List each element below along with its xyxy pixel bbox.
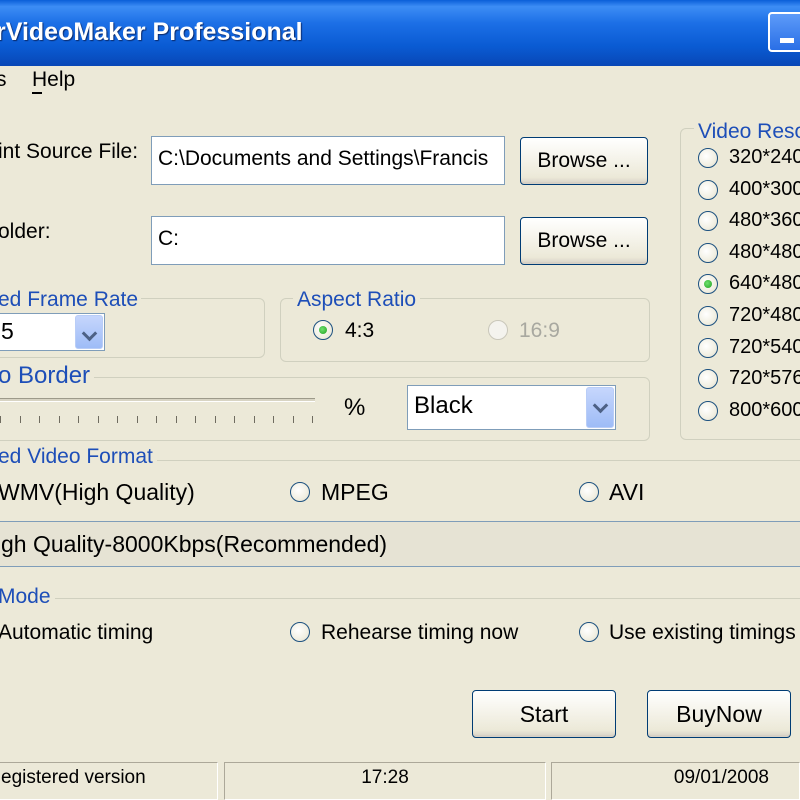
status-version: egistered version <box>0 762 218 800</box>
border-slider-ticks <box>0 416 320 424</box>
mode-rehearse-radio[interactable] <box>290 622 310 642</box>
border-color-select[interactable]: Black <box>407 385 616 430</box>
mode-existing-radio[interactable] <box>579 622 599 642</box>
mode-divider <box>0 598 800 599</box>
resolution-radio[interactable] <box>698 306 718 326</box>
resolution-label: Video Reso <box>694 120 800 144</box>
quality-select[interactable]: gh Quality-8000Kbps(Recommended) <box>0 521 800 567</box>
minimize-button[interactable] <box>768 12 800 52</box>
slider-tick <box>214 416 216 423</box>
resolution-option-label: 640*480 <box>729 272 800 295</box>
folder-label: older: <box>0 220 51 243</box>
resolution-option-label: 720*540 <box>729 335 800 358</box>
slider-tick <box>58 416 60 423</box>
menu-bar <box>0 66 800 96</box>
frame-rate-select[interactable]: 5 <box>0 313 105 351</box>
slider-tick <box>156 416 157 423</box>
border-color-value: Black <box>414 392 473 419</box>
menu-item-help[interactable]: Help <box>32 68 75 92</box>
slider-tick <box>312 416 313 423</box>
resolution-option-label: 480*480 <box>729 240 800 263</box>
mode-existing-label: Use existing timings <box>609 621 796 644</box>
resolution-radio[interactable] <box>698 148 718 168</box>
buynow-button[interactable]: BuyNow <box>647 690 791 738</box>
aspect-4-3-label: 4:3 <box>345 319 375 342</box>
resolution-option-label: 320*240 <box>729 146 800 168</box>
source-file-label: int Source File: <box>0 140 139 163</box>
chevron-down-icon[interactable] <box>75 315 103 349</box>
slider-tick <box>292 416 294 423</box>
chevron-down-icon[interactable] <box>586 387 614 428</box>
format-wmv-label[interactable]: WMV(High Quality) <box>0 479 195 506</box>
slider-tick <box>19 416 21 423</box>
slider-tick <box>273 416 274 423</box>
resolution-option-label: 720*480 <box>729 304 800 326</box>
format-avi-label: AVI <box>609 479 645 505</box>
status-date: 09/01/2008 <box>551 762 800 800</box>
menu-item-help-label: Help <box>32 68 76 91</box>
window-title: rVideoMaker Professional <box>0 18 303 46</box>
output-folder-input[interactable]: C: <box>151 216 505 265</box>
slider-tick <box>78 416 79 423</box>
slider-tick <box>136 416 138 423</box>
resolution-radio[interactable] <box>698 337 718 358</box>
border-slider-track[interactable] <box>0 398 315 402</box>
browse-folder-button[interactable]: Browse ... <box>520 217 648 265</box>
quality-value: gh Quality-8000Kbps(Recommended) <box>1 531 388 557</box>
resolution-option-label: 800*600 <box>729 398 800 421</box>
video-format-label: ed Video Format <box>0 445 157 469</box>
format-mpeg-radio[interactable] <box>290 482 310 502</box>
frame-rate-value: 5 <box>1 318 14 344</box>
format-avi-radio[interactable] <box>579 482 599 502</box>
mode-rehearse-label: Rehearse timing now <box>321 621 519 644</box>
mode-label: Mode <box>0 585 55 609</box>
status-time: 17:28 <box>224 762 546 800</box>
slider-tick <box>234 416 235 423</box>
resolution-radio[interactable] <box>698 179 718 200</box>
frame-rate-label: ed Frame Rate <box>0 288 142 312</box>
mode-automatic-label[interactable]: Automatic timing <box>0 621 153 645</box>
menu-item-tools[interactable]: s <box>0 68 7 92</box>
slider-tick <box>39 416 40 423</box>
slider-tick <box>117 416 118 423</box>
percent-sign: % <box>344 394 366 421</box>
format-mpeg-label: MPEG <box>321 479 389 505</box>
browse-source-button[interactable]: Browse ... <box>520 137 648 185</box>
slider-tick <box>175 416 177 423</box>
resolution-option-label: 400*300 <box>729 177 800 200</box>
start-button[interactable]: Start <box>472 690 616 738</box>
slider-tick <box>253 416 255 423</box>
source-file-input[interactable]: C:\Documents and Settings\Francis <box>151 136 505 185</box>
border-label: o Border <box>0 362 95 390</box>
resolution-radio[interactable] <box>698 400 718 421</box>
resolution-option-label: 480*360 <box>729 209 800 232</box>
resolution-option-label: 720*576 <box>729 367 800 390</box>
aspect-16-9-radio[interactable] <box>488 320 508 340</box>
aspect-ratio-label: Aspect Ratio <box>293 288 421 312</box>
slider-tick <box>195 416 196 423</box>
minimize-icon <box>780 38 794 43</box>
resolution-radio[interactable] <box>698 242 718 263</box>
help-mnemonic-underline <box>32 92 42 94</box>
slider-tick <box>97 416 99 423</box>
slider-tick <box>0 416 1 423</box>
aspect-4-3-radio[interactable] <box>313 320 333 340</box>
aspect-16-9-label: 16:9 <box>519 319 560 342</box>
